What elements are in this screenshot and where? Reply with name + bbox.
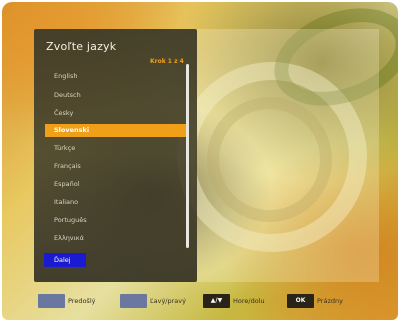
language-option-ellinika[interactable]: Ελληνικά xyxy=(45,232,186,245)
ok-key-icon: OK xyxy=(287,294,314,308)
language-option-slovenski[interactable]: Slovenski xyxy=(45,124,186,137)
language-option-turkce[interactable]: Türkçe xyxy=(45,142,186,155)
blue-key-icon xyxy=(38,294,65,308)
language-option-italiano[interactable]: Italiano xyxy=(45,196,186,209)
language-option-deutsch[interactable]: Deutsch xyxy=(45,89,186,102)
language-option-espanol[interactable]: Español xyxy=(45,178,186,191)
hint-previous-label: Predošlý xyxy=(68,297,96,305)
hint-up-down-label: Hore/dolu xyxy=(233,297,265,305)
blue-key-icon xyxy=(120,294,147,308)
language-option-english[interactable]: English xyxy=(45,70,186,83)
scrollbar-thumb[interactable] xyxy=(186,64,189,248)
next-button[interactable]: Ďalej xyxy=(44,253,86,267)
hint-left-right-label: Ľavý/pravý xyxy=(150,297,186,305)
language-option-francais[interactable]: Français xyxy=(45,160,186,173)
page-title: Zvoľte jazyk xyxy=(46,40,117,53)
step-indicator: Krok 1 z 4 xyxy=(150,58,184,65)
up-down-key-icon: ▲/▼ xyxy=(203,294,230,308)
hint-ok-label: Prázdny xyxy=(317,297,343,305)
language-option-portugues[interactable]: Português xyxy=(45,214,186,227)
preview-panel xyxy=(196,29,379,282)
language-option-cesky[interactable]: Česky xyxy=(45,107,186,120)
